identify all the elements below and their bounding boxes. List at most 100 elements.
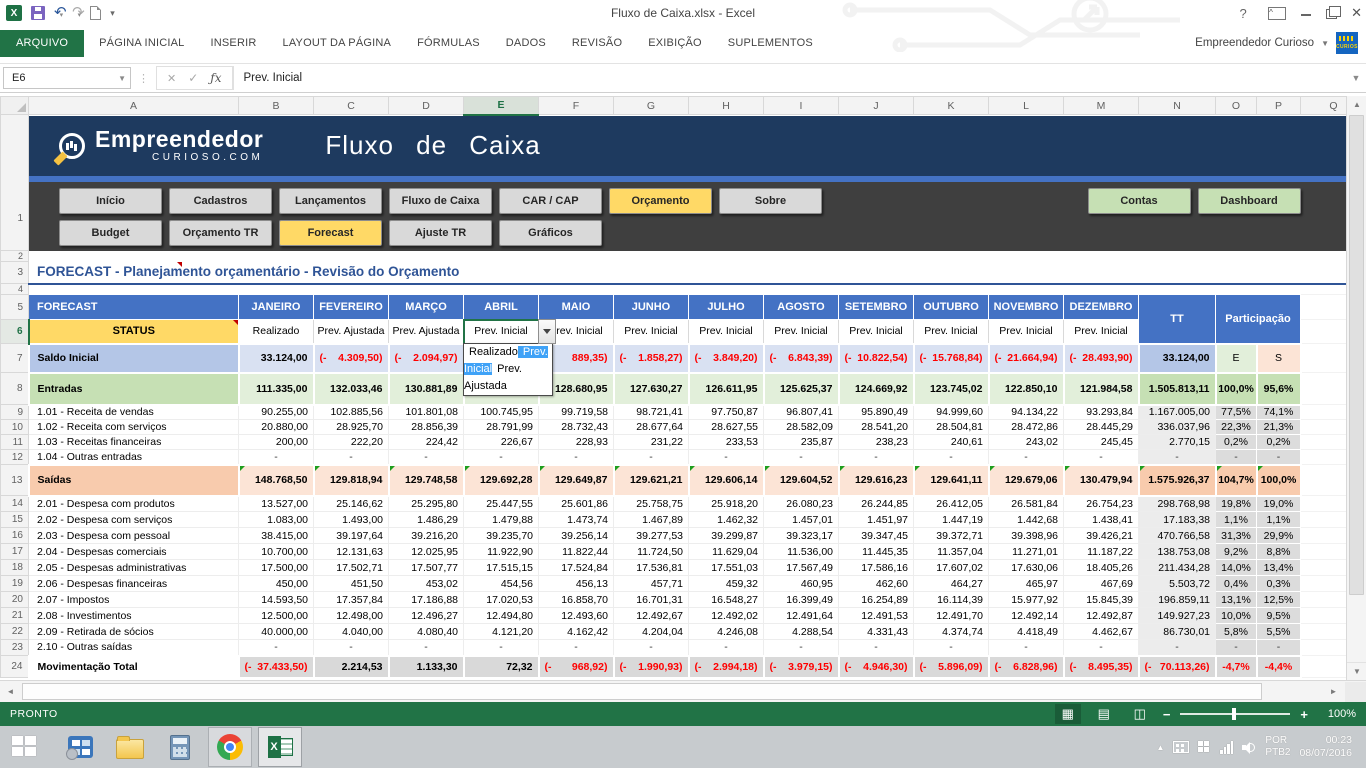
cell-D12[interactable]: -: [389, 450, 464, 465]
zoom-level[interactable]: 100%: [1318, 708, 1356, 720]
network-signal-icon[interactable]: [1220, 741, 1233, 754]
cell-K24[interactable]: (-5.896,09): [914, 656, 989, 678]
vertical-scrollbar[interactable]: ▲ ▼: [1346, 96, 1366, 680]
cell-K13[interactable]: 129.641,11: [914, 465, 989, 496]
cell-K19[interactable]: 464,27: [914, 576, 989, 592]
cell-I21[interactable]: 12.491,64: [764, 608, 839, 624]
name-box[interactable]: E6 ▼: [3, 67, 131, 89]
cell-F10[interactable]: 28.732,43: [539, 420, 614, 435]
cell-J22[interactable]: 4.331,43: [839, 624, 914, 640]
cell-M14[interactable]: 26.754,23: [1064, 496, 1139, 512]
row-header-11[interactable]: 11: [1, 435, 29, 450]
cell-C13[interactable]: 129.818,94: [314, 465, 389, 496]
cell-H21[interactable]: 12.492,02: [689, 608, 764, 624]
cell-H18[interactable]: 17.551,03: [689, 560, 764, 576]
cell-E15[interactable]: 1.479,88: [464, 512, 539, 528]
cell-B19[interactable]: 450,00: [239, 576, 314, 592]
cell-L17[interactable]: 11.271,01: [989, 544, 1064, 560]
cell-L16[interactable]: 39.398,96: [989, 528, 1064, 544]
cell-P14[interactable]: 19,0%: [1257, 496, 1301, 512]
cell-E16[interactable]: 39.235,70: [464, 528, 539, 544]
cell-M13[interactable]: 130.479,94: [1064, 465, 1139, 496]
cell-D13[interactable]: 129.748,58: [389, 465, 464, 496]
cell-P7[interactable]: S: [1257, 344, 1301, 373]
month-header-março[interactable]: MARÇO: [389, 295, 464, 320]
cell-H24[interactable]: (-2.994,18): [689, 656, 764, 678]
cell-O12[interactable]: -: [1216, 450, 1257, 465]
cell-L13[interactable]: 129.679,06: [989, 465, 1064, 496]
cell-D8[interactable]: 130.881,89: [389, 373, 464, 405]
cell-M18[interactable]: 18.405,26: [1064, 560, 1139, 576]
cell-G9[interactable]: 98.721,41: [614, 405, 689, 420]
cell-A18[interactable]: 2.05 - Despesas administrativas: [29, 560, 239, 576]
cell-M9[interactable]: 93.293,84: [1064, 405, 1139, 420]
cell-D7[interactable]: (-2.094,97): [389, 344, 464, 373]
ribbon-tab-dados[interactable]: DADOS: [493, 30, 559, 57]
cell-I20[interactable]: 16.399,49: [764, 592, 839, 608]
ribbon-display-options-button[interactable]: ^: [1268, 7, 1286, 20]
taskbar-item-excel[interactable]: X: [258, 727, 302, 767]
cell-E6-selected[interactable]: Prev. InicialRealizadoPrev. InicialPrev.…: [464, 320, 539, 344]
cell-G16[interactable]: 39.277,53: [614, 528, 689, 544]
column-header-H[interactable]: H: [689, 97, 764, 115]
row-header-19[interactable]: 19: [1, 576, 29, 592]
cell-F12[interactable]: -: [539, 450, 614, 465]
cell-H15[interactable]: 1.462,32: [689, 512, 764, 528]
cell-C14[interactable]: 25.146,62: [314, 496, 389, 512]
cell-A14[interactable]: 2.01 - Despesa com produtos: [29, 496, 239, 512]
expand-formula-bar-icon[interactable]: ▼: [1346, 73, 1366, 83]
row-header-9[interactable]: 9: [1, 405, 29, 420]
cell-B11[interactable]: 200,00: [239, 435, 314, 450]
cell-L18[interactable]: 17.630,06: [989, 560, 1064, 576]
cell-H22[interactable]: 4.246,08: [689, 624, 764, 640]
cell-P12[interactable]: -: [1257, 450, 1301, 465]
minimize-button[interactable]: [1300, 7, 1312, 19]
cell-H7[interactable]: (-3.849,20): [689, 344, 764, 373]
cell-P16[interactable]: 29,9%: [1257, 528, 1301, 544]
cell-K6[interactable]: Prev. Inicial: [914, 320, 989, 344]
cell-J9[interactable]: 95.890,49: [839, 405, 914, 420]
cell-D16[interactable]: 39.216,20: [389, 528, 464, 544]
cell-B17[interactable]: 10.700,00: [239, 544, 314, 560]
cell-I14[interactable]: 26.080,23: [764, 496, 839, 512]
cell-B8[interactable]: 111.335,00: [239, 373, 314, 405]
cell-E19[interactable]: 454,56: [464, 576, 539, 592]
cell-J19[interactable]: 462,60: [839, 576, 914, 592]
row-header-22[interactable]: 22: [1, 624, 29, 640]
cell-P15[interactable]: 1,1%: [1257, 512, 1301, 528]
row-header-5[interactable]: 5: [1, 295, 29, 320]
column-header-G[interactable]: G: [614, 97, 689, 115]
page-layout-view-button[interactable]: ▤: [1091, 704, 1117, 724]
cell-G24[interactable]: (-1.990,93): [614, 656, 689, 678]
vertical-scroll-thumb[interactable]: [1349, 115, 1364, 595]
cell-G13[interactable]: 129.621,21: [614, 465, 689, 496]
cell-K21[interactable]: 12.491,70: [914, 608, 989, 624]
cell-L10[interactable]: 28.472,86: [989, 420, 1064, 435]
scroll-left-arrow[interactable]: ◄: [2, 683, 19, 700]
column-header-A[interactable]: A: [29, 97, 239, 115]
cell-O13[interactable]: 104,7%: [1216, 465, 1257, 496]
nav-button-contas[interactable]: Contas: [1088, 188, 1191, 214]
language-indicator[interactable]: POR PTB2: [1265, 735, 1290, 760]
cell-L9[interactable]: 94.134,22: [989, 405, 1064, 420]
cell-G11[interactable]: 231,22: [614, 435, 689, 450]
cell-N13[interactable]: 1.575.926,37: [1139, 465, 1216, 496]
cell-F21[interactable]: 12.493,60: [539, 608, 614, 624]
cell-E20[interactable]: 17.020,53: [464, 592, 539, 608]
cell-N18[interactable]: 211.434,28: [1139, 560, 1216, 576]
cell-O10[interactable]: 22,3%: [1216, 420, 1257, 435]
cell-D14[interactable]: 25.295,80: [389, 496, 464, 512]
speaker-icon[interactable]: [1242, 741, 1256, 754]
participacao-header[interactable]: Participação: [1216, 295, 1301, 344]
month-header-julho[interactable]: JULHO: [689, 295, 764, 320]
nav-button-orçamento-tr[interactable]: Orçamento TR: [169, 220, 272, 246]
nav-button-forecast[interactable]: Forecast: [279, 220, 382, 246]
zoom-slider-thumb[interactable]: [1232, 708, 1236, 720]
cell-A22[interactable]: 2.09 - Retirada de sócios: [29, 624, 239, 640]
cell-H17[interactable]: 11.629,04: [689, 544, 764, 560]
cell-I18[interactable]: 17.567,49: [764, 560, 839, 576]
horizontal-scrollbar[interactable]: ◄ ►: [0, 680, 1366, 702]
cell-L7[interactable]: (-21.664,94): [989, 344, 1064, 373]
cell-O20[interactable]: 13,1%: [1216, 592, 1257, 608]
cell-L20[interactable]: 15.977,92: [989, 592, 1064, 608]
